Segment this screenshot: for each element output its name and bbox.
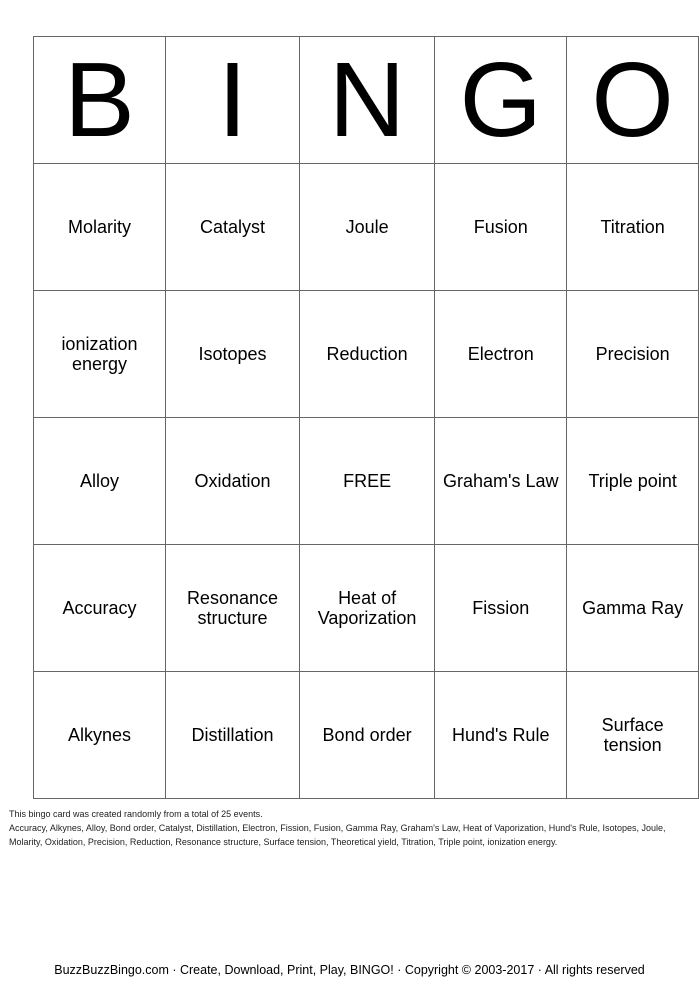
bingo-cell: Triple point: [566, 417, 699, 545]
header-letter-g: G: [434, 36, 568, 164]
bingo-cell: Catalyst: [164, 163, 301, 291]
bingo-cell: ionization energy: [33, 290, 166, 418]
card-info-summary: This bingo card was created randomly fro…: [9, 809, 263, 819]
bingo-cell: Resonance structure: [164, 544, 301, 672]
bingo-row: Molarity Catalyst Joule Fusion Titration: [33, 163, 699, 291]
bingo-row: Alloy Oxidation FREE Graham's Law Triple…: [33, 417, 699, 545]
free-space-cell: FREE: [299, 417, 436, 545]
bingo-cell: Alkynes: [33, 671, 166, 799]
card-info-event-list: Accuracy, Alkynes, Alloy, Bond order, Ca…: [9, 823, 666, 847]
header-letter-n: N: [299, 36, 436, 164]
bingo-cell: Reduction: [299, 290, 436, 418]
footer-copyright: BuzzBuzzBingo.com · Create, Download, Pr…: [54, 963, 645, 977]
bingo-cell: Gamma Ray: [566, 544, 699, 672]
header-letter-i: I: [164, 36, 301, 164]
bingo-cell: Isotopes: [164, 290, 301, 418]
bingo-cell: Precision: [566, 290, 699, 418]
bingo-cell: Oxidation: [164, 417, 301, 545]
bingo-cell: Fission: [434, 544, 568, 672]
bingo-cell: Graham's Law: [434, 417, 568, 545]
bingo-card: B I N G O Molarity Catalyst Joule Fusion…: [33, 36, 699, 799]
bingo-cell: Electron: [434, 290, 568, 418]
bingo-cell: Hund's Rule: [434, 671, 568, 799]
header-letter-b: B: [33, 36, 166, 164]
bingo-row: ionization energy Isotopes Reduction Ele…: [33, 290, 699, 418]
bingo-cell: Heat of Vaporization: [299, 544, 436, 672]
card-info: This bingo card was created randomly fro…: [9, 807, 691, 849]
bingo-cell: Joule: [299, 163, 436, 291]
bingo-cell: Bond order: [299, 671, 436, 799]
bingo-cell: Fusion: [434, 163, 568, 291]
bingo-cell: Distillation: [164, 671, 301, 799]
bingo-cell: Surface tension: [566, 671, 699, 799]
bingo-cell: Accuracy: [33, 544, 166, 672]
bingo-row: Alkynes Distillation Bond order Hund's R…: [33, 671, 699, 799]
bingo-header-row: B I N G O: [33, 36, 699, 164]
bingo-row: Accuracy Resonance structure Heat of Vap…: [33, 544, 699, 672]
header-letter-o: O: [566, 36, 699, 164]
bingo-cell: Molarity: [33, 163, 166, 291]
bingo-cell: Alloy: [33, 417, 166, 545]
bingo-cell: Titration: [566, 163, 699, 291]
